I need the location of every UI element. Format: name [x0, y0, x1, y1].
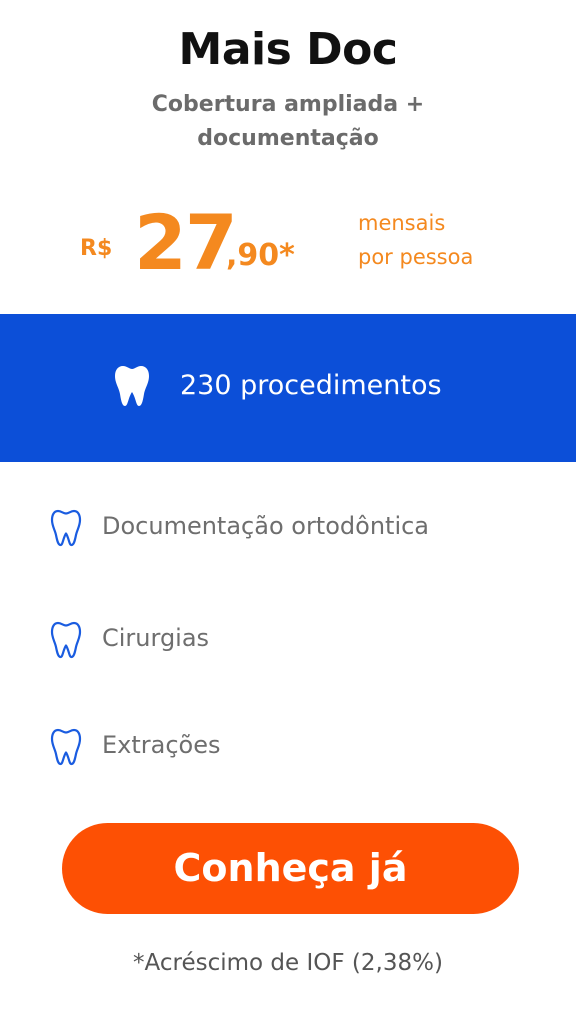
price-cents: ,90* [226, 238, 295, 273]
plan-card: Mais Doc Cobertura ampliada + documentaç… [0, 0, 576, 1024]
tooth-outline-icon [50, 728, 82, 766]
plan-title: Mais Doc [178, 24, 398, 75]
iof-footnote: *Acréscimo de IOF (2,38%) [133, 950, 443, 976]
feature-label: Extrações [102, 731, 221, 759]
price-currency: R$ [80, 236, 113, 261]
procedures-banner: 230 procedimentos [0, 314, 576, 462]
learn-more-button[interactable]: Conheça já [62, 823, 519, 914]
feature-label: Documentação ortodôntica [102, 512, 430, 540]
price-period-line2: por pessoa [358, 245, 474, 269]
feature-item: Extrações [50, 727, 530, 771]
tooth-outline-icon [50, 509, 82, 547]
price-period: mensais por pessoa [358, 206, 473, 274]
feature-label: Cirurgias [102, 624, 210, 652]
tooth-outline-icon [50, 621, 82, 659]
feature-item: Documentação ortodôntica [50, 508, 530, 552]
tooth-icon [115, 366, 149, 406]
price-period-line1: mensais [358, 211, 446, 235]
plan-subtitle: Cobertura ampliada + documentação [151, 92, 425, 151]
procedures-count: 230 procedimentos [180, 370, 442, 401]
feature-item: Cirurgias [50, 620, 530, 664]
price-integer: 27 [134, 198, 238, 287]
